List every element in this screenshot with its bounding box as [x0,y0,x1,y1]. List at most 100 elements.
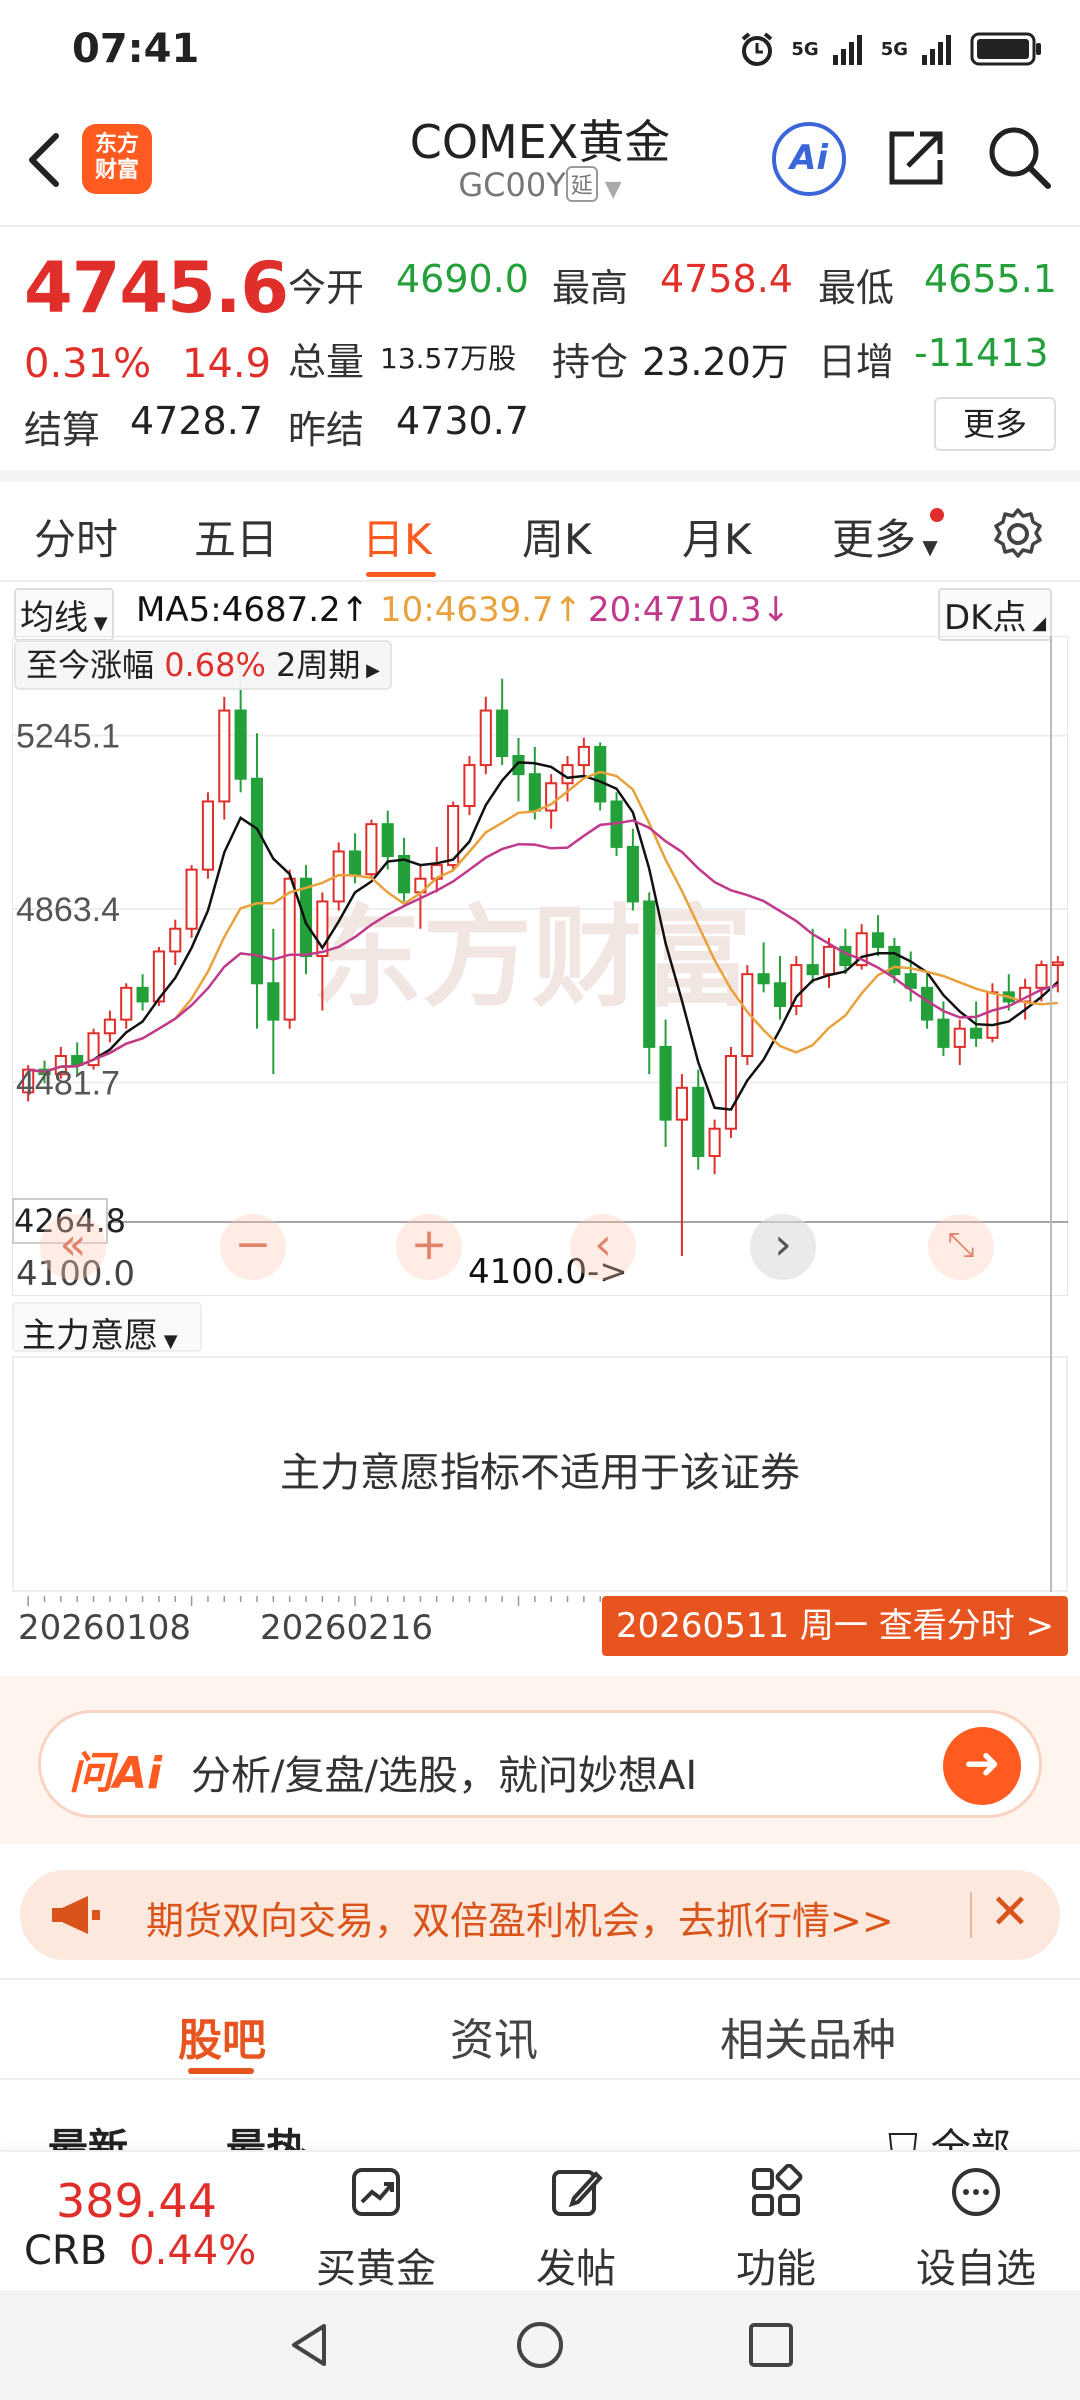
ai-label: Ai [790,138,828,178]
candle-body [267,982,280,1021]
candle-body [496,709,509,757]
share-icon[interactable] [884,126,948,190]
candle-body [250,777,264,985]
signal-5g-icon-2: 5G [880,38,908,60]
function-button[interactable]: 功能 [696,2163,856,2294]
range-period: 2周期 [276,646,361,684]
zoom-out-icon[interactable]: − [220,1214,286,1280]
tab-more[interactable]: 更多 ▼ [832,506,938,567]
delay-tag: 延 [565,166,598,202]
date-label-2: 20260216 [260,1608,434,1648]
settle-label: 结算 [24,408,101,452]
high-label: 最高 [552,266,629,310]
tab-intraday[interactable]: 分时 [34,506,118,567]
close-icon[interactable]: ✕ [990,1884,1030,1940]
kline-svg[interactable]: 东方财富 5245.1 4863.4 4481.7 [12,636,1068,1296]
candle-body [136,986,149,1003]
period-tabs: 分时 五日 日K 周K 月K 更多 ▼ [0,470,1080,582]
function-label: 功能 [736,2246,816,2292]
open-label: 今开 [288,266,365,310]
search-icon[interactable] [986,124,1054,192]
nav-back-icon[interactable] [284,2320,334,2370]
quote-panel: 4745.6 0.31% 14.9 今开 4690.0 最高 4758.4 最低… [0,225,1080,465]
y-tick-label: 4863.4 [16,891,120,929]
sub-indicator-message: 主力意愿指标不适用于该证券 [280,1450,800,1496]
low-label: 最低 [818,266,895,310]
system-nav-bar [0,2290,1080,2400]
candle-body [871,932,885,948]
next-candle-icon[interactable]: › [750,1214,816,1280]
arrow-right-icon[interactable]: ➜ [943,1727,1021,1805]
post-button[interactable]: 发帖 [496,2164,656,2294]
crb-ticker[interactable]: 389.44 CRB 0.44% [24,2174,274,2274]
buy-gold-label: 买黄金 [316,2246,436,2292]
tab-daily-k[interactable]: 日K [362,506,432,567]
more-circle-icon [952,2168,1000,2216]
fullscreen-icon[interactable]: ⤡ [928,1214,994,1280]
kline-chart[interactable]: 东方财富 5245.1 4863.4 4481.7 [12,636,1068,1296]
candle-body [120,986,133,1021]
scroll-left-double-icon[interactable]: « [40,1214,106,1280]
post-label: 发帖 [536,2246,616,2292]
candle-body [479,709,492,767]
y-tick-label: 4481.7 [16,1065,120,1103]
content-tab-underline [188,2068,254,2074]
y-axis-labels: 5245.1 4863.4 4481.7 [16,718,120,1103]
tab-related[interactable]: 相关品种 [720,2004,896,2068]
nav-recents-icon[interactable] [746,2320,796,2370]
nav-home-icon[interactable] [515,2320,565,2370]
candle-body [299,877,313,958]
chart-watermark: 东方财富 [312,897,752,1020]
range-change-badge[interactable]: 至今涨幅 0.68% 2周期 ▶ [14,640,392,690]
range-label: 至今涨幅 [26,646,155,684]
view-intraday-chip[interactable]: 20260511 周一 查看分时 > [602,1596,1068,1656]
ma-selector[interactable]: 均线 ▼ [14,588,114,641]
edit-icon [552,2170,603,2216]
ma5-value: MA5:4687.2↑ [136,590,370,630]
header: 东方 财富 COMEX黄金 GC00Y 延 ▼ Ai [0,100,1080,225]
date-axis: 20260108 20260216 20260511 周一 查看分时 > [0,1596,1080,1668]
ai-button[interactable]: Ai [772,122,846,196]
code-text: GC00Y [458,166,566,204]
candle-body [381,823,394,858]
alarm-icon [742,32,773,66]
change-value: 14.9 [182,341,272,387]
add-favorite-button[interactable]: 设自选 [896,2164,1056,2294]
settings-gear-icon[interactable] [990,506,1046,562]
candle-body [822,945,836,976]
buy-gold-button[interactable]: 买黄金 [296,2164,456,2294]
settle-value: 4728.7 [130,399,263,443]
last-price: 4745.6 [24,247,289,329]
dk-label: DK点 [944,598,1027,638]
promo-banner[interactable]: 期货双向交易，双倍盈利机会，去抓行情>> ✕ [20,1870,1060,1960]
tab-more-label: 更多 [832,515,917,564]
change-percent: 0.31% [24,341,152,387]
ai-placeholder: 分析/复盘/选股，就问妙想AI [191,1753,698,1799]
daily-inc-label: 日增 [818,340,895,384]
banner-divider [970,1892,972,1938]
chart-up-icon [352,2168,400,2216]
candle-body [888,945,901,976]
volume-value: 13.57万股 [380,342,517,375]
content-tabs: 股吧 资讯 相关品种 [0,1978,1080,2080]
candle-body [675,1086,688,1121]
tab-monthly-k[interactable]: 月K [682,506,752,567]
candle-body [463,764,476,808]
candle-body [724,1055,738,1130]
tab-guba[interactable]: 股吧 [178,2004,266,2068]
candle-body [234,709,247,780]
active-tab-underline [366,572,436,577]
ai-search-bar[interactable]: 问Ai 分析/复盘/选股，就问妙想AI ➜ [38,1710,1042,1818]
volume-label: 总量 [288,340,365,384]
zoom-in-icon[interactable]: + [396,1214,462,1280]
prev-candle-icon[interactable]: ‹ [570,1214,636,1280]
tab-news[interactable]: 资讯 [450,2004,538,2068]
dk-point-toggle[interactable]: DK点 ◢ [938,588,1053,641]
candle-body [953,1027,966,1048]
tab-weekly-k[interactable]: 周K [522,506,592,567]
more-quote-button[interactable]: 更多 [934,397,1056,451]
candle-body [692,1086,705,1157]
tab-five-day[interactable]: 五日 [194,506,278,567]
sub-indicator-selector[interactable]: 主力意愿 ▼ [12,1302,202,1356]
crb-value: 389.44 [56,2174,217,2228]
